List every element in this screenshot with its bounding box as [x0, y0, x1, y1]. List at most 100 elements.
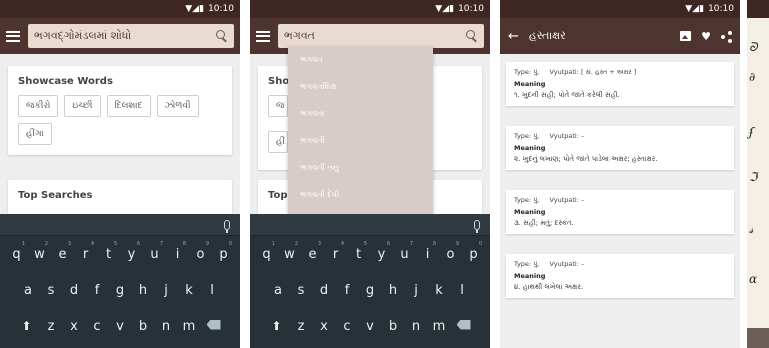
search-input[interactable]: ભગવદ્ગોમંડલમાં શોધો [28, 24, 234, 48]
key[interactable]: 2w [278, 241, 301, 262]
share-icon[interactable] [721, 30, 732, 43]
suggestion-item[interactable]: ભગવતી દેવી [288, 181, 433, 208]
key[interactable]: k [428, 283, 451, 298]
key[interactable]: l [201, 283, 224, 298]
image-icon[interactable] [680, 31, 692, 41]
search-icon[interactable] [466, 30, 478, 42]
shift-icon[interactable]: ⬆ [14, 319, 40, 334]
handwriting-image: ʄ [749, 125, 754, 139]
meaning-card: Type: પું. Vyutpati: – Meaning ૪. હાથથી લ… [506, 254, 734, 298]
key[interactable]: c [86, 319, 109, 334]
key[interactable]: f [336, 283, 359, 298]
keyboard-row-1: 1q 2w 3e 4r 5t 6y 7u 8i 9o 0p [0, 236, 240, 272]
status-bar: ▼◢▮ 10:10 [250, 0, 490, 18]
key[interactable]: g [109, 283, 132, 298]
key[interactable]: d [63, 283, 86, 298]
showcase-chip[interactable]: જ [268, 95, 288, 117]
key[interactable]: j [405, 283, 428, 298]
key[interactable]: 5t [347, 241, 370, 262]
shift-icon[interactable]: ⬆ [264, 319, 290, 334]
key[interactable]: m [428, 319, 451, 334]
status-time: 10:10 [458, 4, 484, 14]
key[interactable]: f [86, 283, 109, 298]
screen-search-home: ▼◢▮ 10:10 ભગવદ્ગોમંડલમાં શોધો Showcase W… [0, 0, 240, 348]
app-bar: ← હસ્તાક્ષર ♥ [500, 18, 740, 54]
suggestion-item[interactable]: ભગવતી [288, 127, 433, 154]
key[interactable]: b [382, 319, 405, 334]
key[interactable]: a [17, 283, 40, 298]
showcase-chip[interactable]: જકીરો [18, 95, 59, 117]
showcase-chip[interactable]: ઝોળવી [156, 95, 199, 117]
menu-icon[interactable] [6, 30, 20, 42]
key[interactable]: 5t [97, 241, 120, 262]
key[interactable]: s [290, 283, 313, 298]
key[interactable]: 1q [255, 241, 278, 262]
keyboard-row-2: a s d f g h j k l [0, 272, 240, 308]
key[interactable]: 3e [51, 241, 74, 262]
key[interactable]: h [132, 283, 155, 298]
heart-icon[interactable]: ♥ [701, 30, 711, 43]
key[interactable]: n [405, 319, 428, 334]
delete-icon[interactable] [451, 319, 477, 334]
search-icon[interactable] [216, 30, 228, 42]
key[interactable]: s [40, 283, 63, 298]
screen-word-detail: ▼◢▮ 10:10 ← હસ્તાક્ષર ♥ Type: પું. Vyutpa… [500, 0, 740, 348]
showcase-chip[interactable]: હીંગા [18, 123, 52, 145]
key[interactable]: b [132, 319, 155, 334]
showcase-chip[interactable]: ઇચ્છી [64, 95, 101, 117]
key[interactable]: 3e [301, 241, 324, 262]
key[interactable]: 2w [28, 241, 51, 262]
key[interactable]: l [451, 283, 474, 298]
key[interactable]: 4r [74, 241, 97, 262]
key[interactable]: 4r [324, 241, 347, 262]
meaning-label: Meaning [514, 208, 546, 216]
keyboard: 1q 2w 3e 4r 5t 6y 7u 8i 9o 0p a s d f g … [250, 214, 490, 348]
entry-type: Type: પું. [514, 132, 540, 140]
suggestion-item[interactable]: ભગવતી તનુ [288, 154, 433, 181]
meaning-text: ૨. ખુદનું લખાણ; પોતે જાતે પાડેલા અક્ષર; … [514, 155, 658, 163]
key[interactable]: h [382, 283, 405, 298]
key[interactable]: m [178, 319, 201, 334]
entry-type: Type: પું. [514, 196, 540, 204]
delete-icon[interactable] [201, 319, 227, 334]
back-icon[interactable]: ← [508, 29, 519, 44]
key[interactable]: 7u [143, 241, 166, 262]
mic-icon[interactable] [474, 219, 480, 233]
key[interactable]: j [155, 283, 178, 298]
key[interactable]: v [359, 319, 382, 334]
suggestion-item[interactable]: ભગવતા [288, 100, 433, 127]
handwriting-image: ∂ [749, 70, 756, 84]
suggestion-item[interactable]: ભગવત [288, 46, 433, 73]
key[interactable]: k [178, 283, 201, 298]
keyboard-row-3: ⬆ z x c v b n m [250, 308, 490, 344]
key[interactable]: v [109, 319, 132, 334]
suggestion-dropdown: ભગવત ભગવતશિક્ષ ભગવતા ભગવતી ભગવતી તનુ ભગવ… [288, 46, 433, 216]
key[interactable]: z [290, 319, 313, 334]
status-bar [747, 0, 769, 18]
key[interactable]: 0p [462, 241, 485, 262]
key[interactable]: 9o [439, 241, 462, 262]
key[interactable]: 8i [416, 241, 439, 262]
key[interactable]: 1q [5, 241, 28, 262]
key[interactable]: 6y [370, 241, 393, 262]
key[interactable]: z [40, 319, 63, 334]
key[interactable]: 9o [189, 241, 212, 262]
key[interactable]: 7u [393, 241, 416, 262]
search-input[interactable]: ભગવત [278, 24, 484, 48]
key[interactable]: 0p [212, 241, 235, 262]
key[interactable]: 6y [120, 241, 143, 262]
keyboard: 1q 2w 3e 4r 5t 6y 7u 8i 9o 0p a s d f g … [0, 214, 240, 348]
key[interactable]: a [267, 283, 290, 298]
key[interactable]: x [63, 319, 86, 334]
key[interactable]: c [336, 319, 359, 334]
key[interactable]: n [155, 319, 178, 334]
key[interactable]: d [313, 283, 336, 298]
key[interactable]: x [313, 319, 336, 334]
key[interactable]: 8i [166, 241, 189, 262]
key[interactable]: g [359, 283, 382, 298]
showcase-chip[interactable]: હીં [268, 131, 288, 153]
menu-icon[interactable] [256, 30, 270, 42]
mic-icon[interactable] [224, 219, 230, 233]
suggestion-item[interactable]: ભગવતશિક્ષ [288, 73, 433, 100]
showcase-chip[interactable]: દિલશાદ [106, 95, 151, 117]
